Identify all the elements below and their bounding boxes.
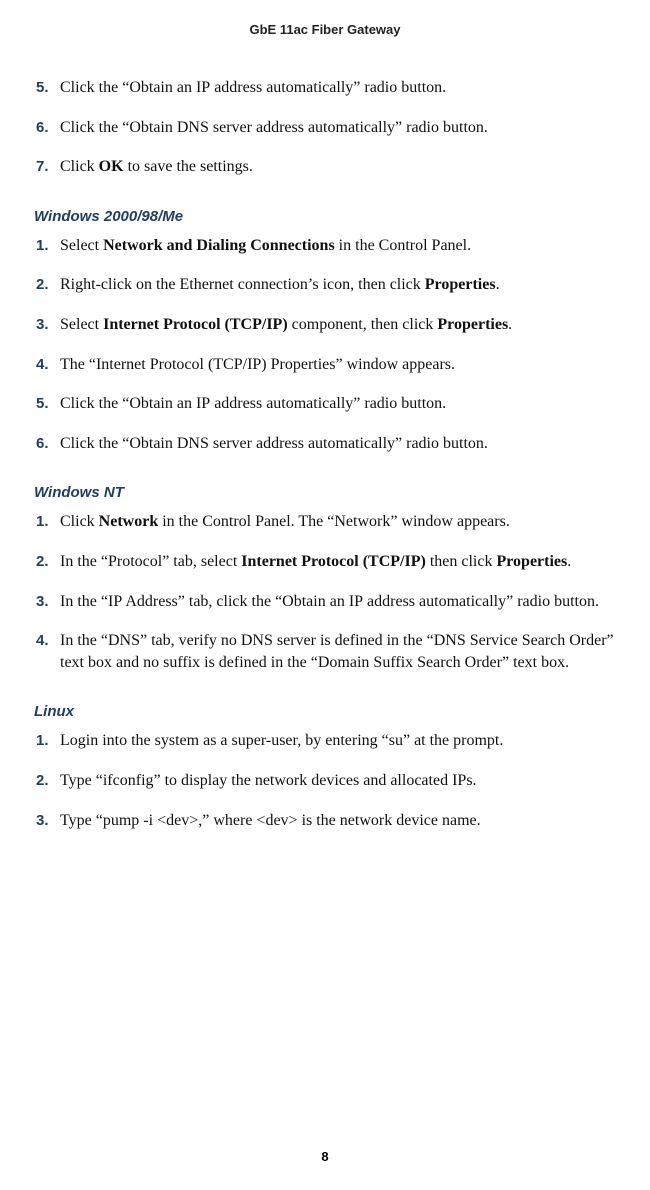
section-heading: Windows 2000/98/Me	[34, 208, 614, 225]
section0-step: 3.Select Internet Protocol (TCP/IP) comp…	[36, 314, 614, 336]
step-text: Click OK to save the settings.	[60, 156, 614, 178]
step-text: Click the “Obtain DNS server address aut…	[60, 433, 614, 455]
steps-list: 1.Login into the system as a super-user,…	[36, 730, 614, 831]
step-number: 1.	[36, 511, 60, 532]
section0-step: 6.Click the “Obtain DNS server address a…	[36, 433, 614, 455]
step-text: Right-click on the Ethernet connection’s…	[60, 274, 614, 296]
section1-step: 1.Click Network in the Control Panel. Th…	[36, 511, 614, 533]
step-text: Login into the system as a super-user, b…	[60, 730, 614, 752]
section2-step: 1.Login into the system as a super-user,…	[36, 730, 614, 752]
section-heading: Windows NT	[34, 484, 614, 501]
step-number: 4.	[36, 354, 60, 375]
step-text: Select Network and Dialing Connections i…	[60, 235, 614, 257]
step-number: 6.	[36, 433, 60, 454]
steps-list: 1.Select Network and Dialing Connections…	[36, 235, 614, 455]
section0-step: 4.The “Internet Protocol (TCP/IP) Proper…	[36, 354, 614, 376]
step-text: Click Network in the Control Panel. The …	[60, 511, 614, 533]
steps-list: 1.Click Network in the Control Panel. Th…	[36, 511, 614, 673]
step-text: In the “Protocol” tab, select Internet P…	[60, 551, 614, 573]
step-text: Type “ifconfig” to display the network d…	[60, 770, 614, 792]
step-number: 4.	[36, 630, 60, 651]
section2-step: 3.Type “pump -i <dev>,” where <dev> is t…	[36, 810, 614, 832]
step-number: 2.	[36, 274, 60, 295]
step-number: 3.	[36, 314, 60, 335]
section1-step: 4.In the “DNS” tab, verify no DNS server…	[36, 630, 614, 673]
step-number: 2.	[36, 770, 60, 791]
top-step: 5.Click the “Obtain an IP address automa…	[36, 77, 614, 99]
step-text: Click the “Obtain an IP address automati…	[60, 77, 614, 99]
step-text: In the “IP Address” tab, click the “Obta…	[60, 591, 614, 613]
step-number: 3.	[36, 591, 60, 612]
section0-step: 5.Click the “Obtain an IP address automa…	[36, 393, 614, 415]
step-number: 5.	[36, 77, 60, 98]
top-step: 7.Click OK to save the settings.	[36, 156, 614, 178]
step-text: Type “pump -i <dev>,” where <dev> is the…	[60, 810, 614, 832]
section-heading: Linux	[34, 703, 614, 720]
section0-step: 2.Right-click on the Ethernet connection…	[36, 274, 614, 296]
section1-step: 3.In the “IP Address” tab, click the “Ob…	[36, 591, 614, 613]
step-number: 7.	[36, 156, 60, 177]
step-number: 6.	[36, 117, 60, 138]
step-number: 2.	[36, 551, 60, 572]
section2-step: 2.Type “ifconfig” to display the network…	[36, 770, 614, 792]
step-number: 5.	[36, 393, 60, 414]
step-text: The “Internet Protocol (TCP/IP) Properti…	[60, 354, 614, 376]
step-text: Select Internet Protocol (TCP/IP) compon…	[60, 314, 614, 336]
section0-step: 1.Select Network and Dialing Connections…	[36, 235, 614, 257]
step-number: 3.	[36, 810, 60, 831]
page-header: GbE 11ac Fiber Gateway	[36, 22, 614, 37]
step-text: In the “DNS” tab, verify no DNS server i…	[60, 630, 614, 673]
step-number: 1.	[36, 730, 60, 751]
section1-step: 2.In the “Protocol” tab, select Internet…	[36, 551, 614, 573]
top-step: 6.Click the “Obtain DNS server address a…	[36, 117, 614, 139]
step-text: Click the “Obtain DNS server address aut…	[60, 117, 614, 139]
top-steps-list: 5.Click the “Obtain an IP address automa…	[36, 77, 614, 178]
step-number: 1.	[36, 235, 60, 256]
page-number: 8	[0, 1149, 650, 1164]
step-text: Click the “Obtain an IP address automati…	[60, 393, 614, 415]
